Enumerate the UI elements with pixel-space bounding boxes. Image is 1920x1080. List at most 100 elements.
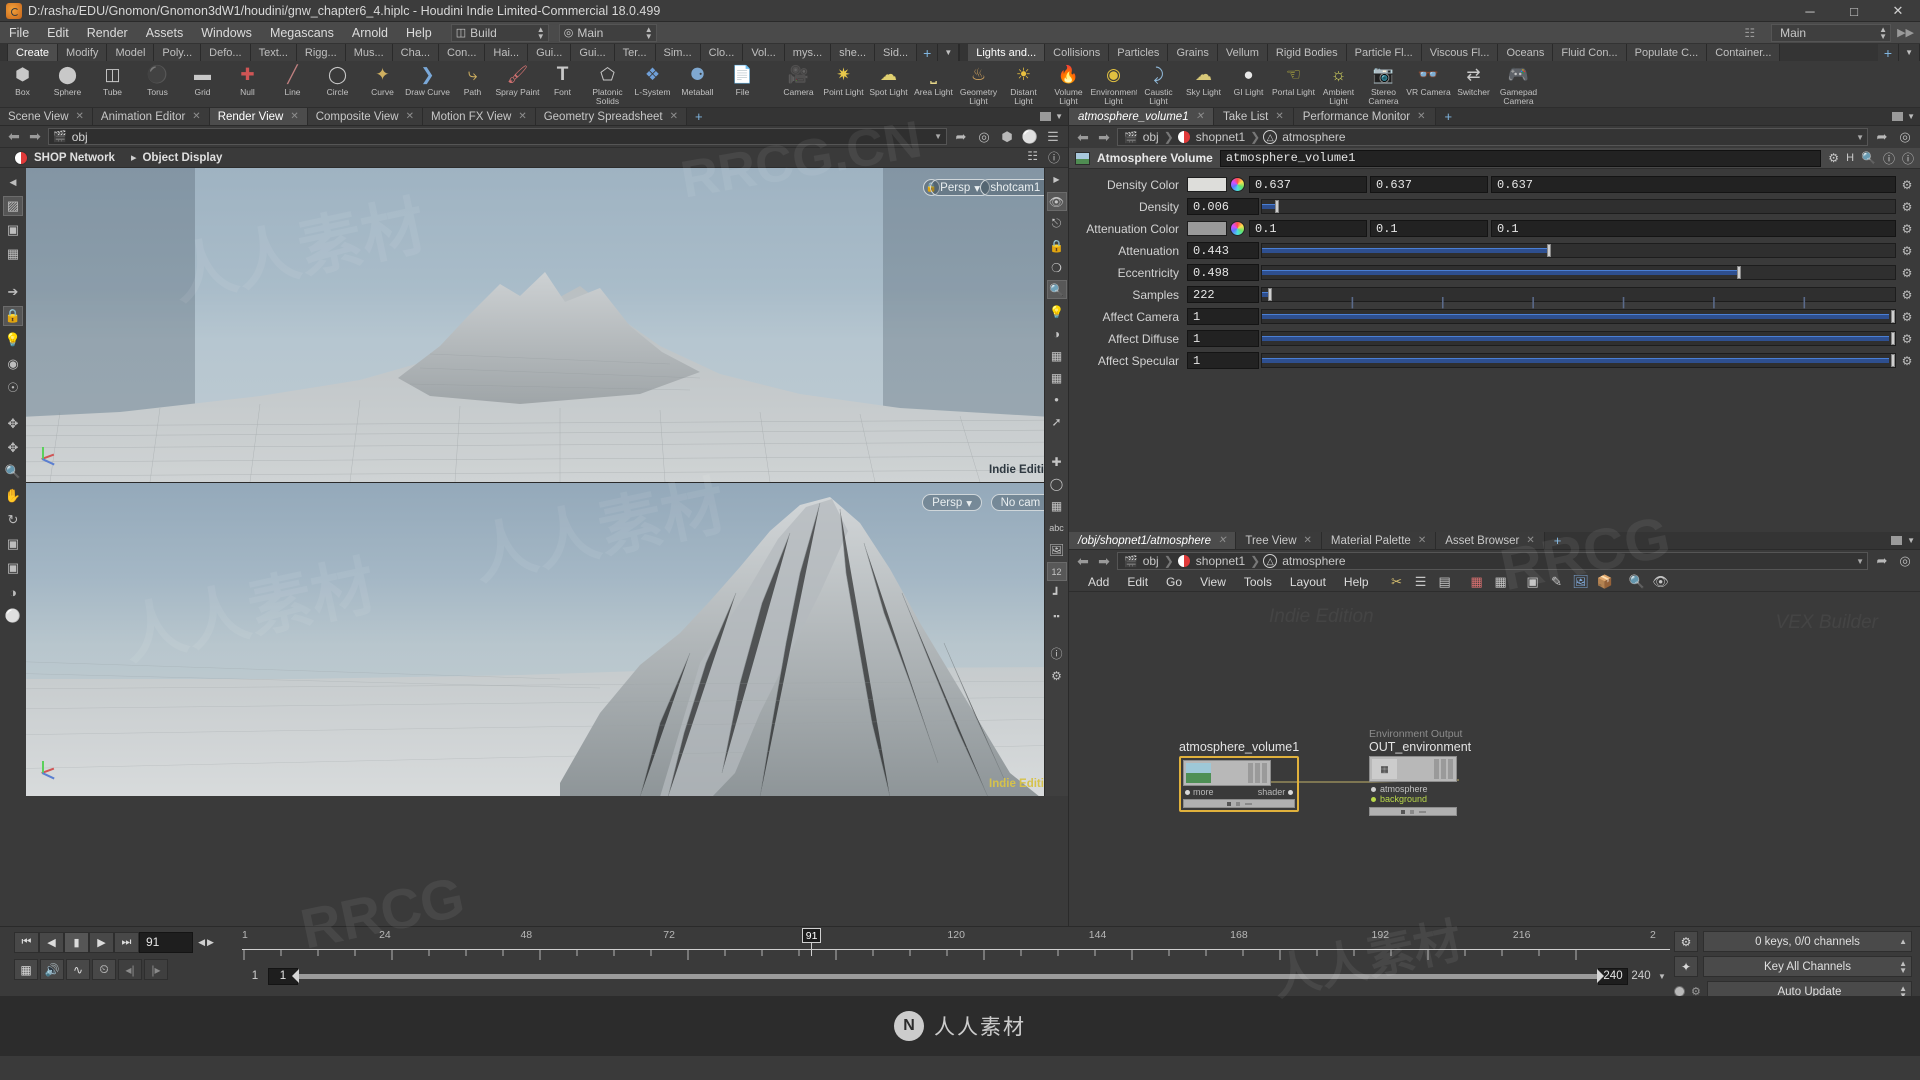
network-breadcrumb-atmosphere[interactable]: △atmosphere: [1260, 554, 1350, 568]
tab-close-icon[interactable]: ✕: [192, 111, 200, 122]
tool-ambient-light[interactable]: ☼Ambient Light: [1316, 61, 1361, 106]
slider-handle[interactable]: [1891, 354, 1895, 367]
tool-tube[interactable]: ◫Tube: [90, 61, 135, 106]
network-pin-icon[interactable]: ➦: [1873, 552, 1891, 570]
menu-megascans[interactable]: Megascans: [261, 22, 343, 44]
param-gear-icon[interactable]: ⚙: [1900, 178, 1914, 192]
shelf-add-tab-button[interactable]: +: [917, 44, 938, 61]
shelf-right-menu-icon[interactable]: ▼: [1899, 44, 1920, 61]
tool-l-system[interactable]: ❖L-System: [630, 61, 675, 106]
eccentricity-slider[interactable]: [1261, 265, 1896, 280]
tool-curve[interactable]: ✦Curve: [360, 61, 405, 106]
maximize-parameter-pane-icon[interactable]: [1892, 112, 1903, 121]
desktop-combo-spinner[interactable]: ▲▼: [536, 26, 546, 40]
tab-network-path[interactable]: /obj/shopnet1/atmosphere✕: [1069, 532, 1236, 549]
grid-toggle-icon[interactable]: ▦: [1047, 368, 1067, 387]
lock-tool-icon[interactable]: 🔒: [3, 306, 23, 326]
auto-key-icon[interactable]: ▦: [14, 959, 38, 980]
tab-close-icon[interactable]: ✕: [670, 111, 678, 122]
menu-windows[interactable]: Windows: [192, 22, 261, 44]
zoom-icon[interactable]: 🔍: [3, 462, 23, 482]
tool-area-light[interactable]: ⎵Area Light: [911, 61, 956, 106]
slider-handle[interactable]: [1275, 200, 1279, 213]
affect-specular-slider[interactable]: [1261, 353, 1896, 368]
tools-wrench-icon[interactable]: ✂: [1386, 573, 1408, 591]
param-gear-icon[interactable]: ⚙: [1900, 222, 1914, 236]
shelf-tab-grains[interactable]: Grains: [1168, 44, 1217, 61]
shelf-tab-containers[interactable]: Container...: [1707, 44, 1780, 61]
normals-icon[interactable]: ➚: [1047, 412, 1067, 431]
right-layout-combo[interactable]: Main ▲▼: [1771, 24, 1891, 42]
exposure-icon[interactable]: ◑: [3, 582, 23, 602]
image-display-icon[interactable]: 🖼: [1047, 540, 1067, 559]
measure-icon[interactable]: ✥: [3, 414, 23, 434]
shelf-tab-create[interactable]: Create: [8, 44, 58, 61]
eccentricity-field[interactable]: 0.498: [1187, 264, 1259, 281]
tool-switcher[interactable]: ⇄Switcher: [1451, 61, 1496, 106]
view-tool-icon[interactable]: ▦: [3, 244, 23, 264]
gamma-icon[interactable]: ⚪: [3, 606, 23, 626]
density-color-b-field[interactable]: 0.637: [1491, 176, 1896, 193]
shelf-tab-rigging[interactable]: Rigg...: [297, 44, 346, 61]
shelf-tab-sim[interactable]: Sim...: [656, 44, 701, 61]
tool-portal-light[interactable]: ☜Portal Light: [1271, 61, 1316, 106]
shelf-grip[interactable]: [0, 44, 8, 61]
tool-spray-paint[interactable]: 🖌Spray Paint: [495, 61, 540, 106]
background-image-icon[interactable]: ▦: [1047, 346, 1067, 365]
range-start-handle[interactable]: [292, 969, 299, 983]
tab-close-icon[interactable]: ✕: [1275, 111, 1283, 122]
menu-edit[interactable]: Edit: [38, 22, 78, 44]
keys-status-combo[interactable]: 0 keys, 0/0 channels ▲: [1703, 931, 1912, 952]
menu-arnold[interactable]: Arnold: [343, 22, 397, 44]
tool-distant-light[interactable]: ☀Distant Light: [1001, 61, 1046, 106]
headlight-icon[interactable]: 💡: [1047, 302, 1067, 321]
shelf-tab-model[interactable]: Model: [107, 44, 154, 61]
maximize-button[interactable]: □: [1832, 0, 1876, 22]
tab-animation-editor[interactable]: Animation Editor✕: [93, 108, 210, 125]
display-options-icon[interactable]: 👁: [1047, 192, 1067, 211]
network-menu-edit[interactable]: Edit: [1118, 575, 1157, 589]
key-scope-icon[interactable]: ⚙: [1674, 931, 1698, 952]
numbers-display-icon[interactable]: 12: [1047, 562, 1067, 581]
attenuation-color-swatch[interactable]: [1187, 221, 1227, 236]
light-tool-icon[interactable]: 💡: [3, 330, 23, 350]
jump-to-end-button[interactable]: ⏭: [114, 932, 139, 953]
network-breadcrumb-dropdown-icon[interactable]: ▼: [1856, 557, 1864, 566]
attenuation-field[interactable]: 0.443: [1187, 242, 1259, 259]
node-input-background[interactable]: background: [1371, 794, 1471, 804]
pin-icon[interactable]: ➦: [952, 128, 970, 146]
parameter-add-tab-button[interactable]: +: [1436, 108, 1462, 125]
shelf-tab-characters[interactable]: Cha...: [393, 44, 439, 61]
desktop-combo[interactable]: ◫ Build ▲▼: [451, 24, 549, 42]
param-gear-icon[interactable]: ⚙: [1900, 266, 1914, 280]
tab-close-icon[interactable]: ✕: [1304, 535, 1312, 546]
color-wheel-icon[interactable]: [1230, 177, 1245, 192]
snap-display-icon[interactable]: ▪▪: [1047, 606, 1067, 625]
timeline-ruler[interactable]: 1 24 48 72 96 120 144 168 192 216 2 91: [242, 929, 1670, 963]
param-back-arrow-icon[interactable]: ⬅: [1075, 129, 1091, 146]
shop-network-label[interactable]: SHOP Network: [34, 152, 115, 164]
color-palette-icon[interactable]: ▦: [1466, 573, 1488, 591]
forward-arrow-icon[interactable]: ➡: [27, 128, 43, 145]
network-path-field[interactable]: 🎬 obj ▼: [48, 128, 947, 145]
help-icon[interactable]: ⓘ: [1902, 150, 1914, 167]
network-back-arrow-icon[interactable]: ⬅: [1075, 553, 1091, 570]
shelf-tab-guide1[interactable]: Gui...: [528, 44, 571, 61]
network-breadcrumb-field[interactable]: 🎬obj ❯ shopnet1 ❯ △atmosphere ▼: [1117, 552, 1868, 570]
network-editor-canvas[interactable]: Indie Edition VEX Builder atmosphere_vol…: [1069, 592, 1920, 910]
tool-font[interactable]: TFont: [540, 61, 585, 106]
tool-box[interactable]: ⬢Box: [0, 61, 45, 106]
tab-close-icon[interactable]: ✕: [1418, 535, 1426, 546]
shelf-tab-muscles[interactable]: Mus...: [346, 44, 393, 61]
bounds-display-icon[interactable]: ┛: [1047, 584, 1067, 603]
step-left-icon[interactable]: ◀: [198, 937, 205, 948]
shadow-icon[interactable]: ◑: [1047, 324, 1067, 343]
material-display-icon[interactable]: ⚪: [1021, 128, 1039, 146]
tab-composite-view[interactable]: Composite View✕: [308, 108, 423, 125]
density-color-g-field[interactable]: 0.637: [1370, 176, 1488, 193]
close-button[interactable]: ✕: [1876, 0, 1920, 22]
keys-status-spinner[interactable]: ▲: [1899, 938, 1907, 945]
tool-path[interactable]: ⤷Path: [450, 61, 495, 106]
maximize-pane-icon[interactable]: [1040, 112, 1051, 121]
shelf-tab-guide2[interactable]: Gui...: [571, 44, 614, 61]
